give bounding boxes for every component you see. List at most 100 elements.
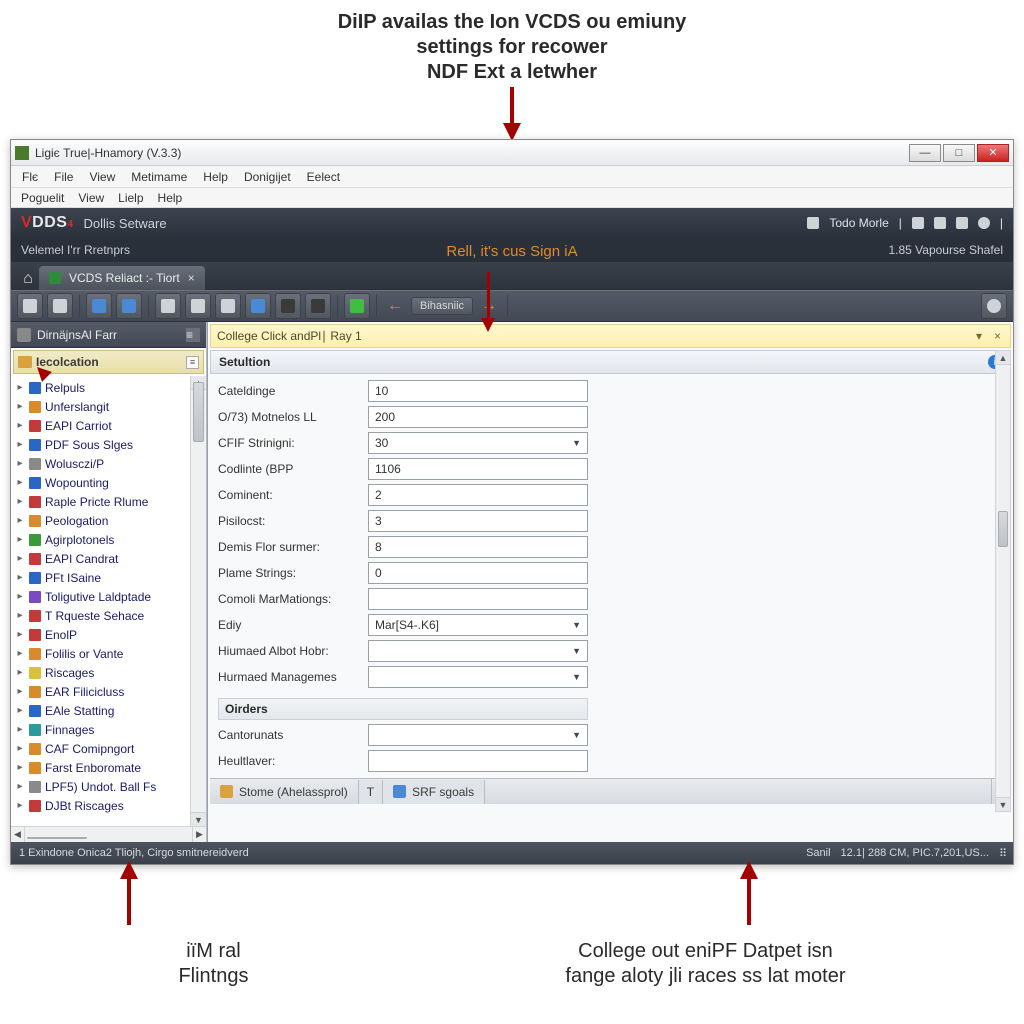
sidebar-subheader-dropdown-icon[interactable]: ≡ — [186, 356, 199, 369]
tree-item[interactable]: ▸Toligutive Laldptade — [15, 587, 206, 606]
menu-item[interactable]: View — [72, 190, 110, 206]
tree-item[interactable]: ▸Peologation — [15, 511, 206, 530]
tree-item[interactable]: ▸LPF5) Undot. Ball Fs — [15, 777, 206, 796]
tree-item[interactable]: ▸EAle Statting — [15, 701, 206, 720]
tree-expand-icon[interactable]: ▸ — [15, 629, 25, 640]
tag-icon[interactable] — [956, 217, 968, 229]
tab-home-button[interactable]: ⌂ — [17, 268, 39, 290]
menu-item[interactable]: Donigijet — [237, 168, 298, 186]
scroll-right-icon[interactable]: ▶ — [192, 827, 206, 842]
tree-expand-icon[interactable]: ▸ — [15, 534, 25, 545]
menu-item[interactable]: Lielp — [112, 190, 149, 206]
tree-expand-icon[interactable]: ▸ — [15, 648, 25, 659]
form-input[interactable]: 2 — [368, 484, 588, 506]
tree-expand-icon[interactable]: ▸ — [15, 439, 25, 450]
tool-add-button[interactable] — [344, 293, 370, 319]
tree-expand-icon[interactable]: ▸ — [15, 401, 25, 412]
form-select[interactable]: ▼ — [368, 640, 588, 662]
tool-button[interactable] — [155, 293, 181, 319]
tree-item[interactable]: ▸Agirplotonels — [15, 530, 206, 549]
form-select[interactable]: 30▼ — [368, 432, 588, 454]
download-icon[interactable] — [912, 217, 924, 229]
brand-right-label[interactable]: Todo Morle — [829, 216, 888, 230]
info-bar-dropdown-icon[interactable]: ▾ — [973, 329, 985, 343]
maximize-button[interactable]: □ — [943, 144, 975, 162]
tree-expand-icon[interactable]: ▸ — [15, 762, 25, 773]
tool-button[interactable] — [215, 293, 241, 319]
tree-expand-icon[interactable]: ▸ — [15, 553, 25, 564]
tree-expand-icon[interactable]: ▸ — [15, 610, 25, 621]
menu-item[interactable]: View — [82, 168, 122, 186]
tool-button[interactable] — [245, 293, 271, 319]
tool-button[interactable] — [17, 293, 43, 319]
tree-item[interactable]: ▸CAF Comipngort — [15, 739, 206, 758]
form-input[interactable]: 10 — [368, 380, 588, 402]
tree-expand-icon[interactable]: ▸ — [15, 477, 25, 488]
tree-item[interactable]: ▸Wopounting — [15, 473, 206, 492]
tree-expand-icon[interactable]: ▸ — [15, 724, 25, 735]
scroll-thumb[interactable] — [998, 511, 1008, 547]
tree-item[interactable]: ▸Relpuls — [15, 378, 206, 397]
scroll-down-icon[interactable]: ▼ — [996, 797, 1010, 811]
tool-button[interactable] — [185, 293, 211, 319]
menu-item[interactable]: Eelect — [300, 168, 347, 186]
form-input[interactable] — [368, 588, 588, 610]
tree-expand-icon[interactable]: ▸ — [15, 667, 25, 678]
tree-item[interactable]: ▸DJBt Riscages — [15, 796, 206, 815]
form-input[interactable]: 1106 — [368, 458, 588, 480]
menu-item[interactable]: Help — [152, 190, 189, 206]
scroll-down-icon[interactable]: ▼ — [191, 812, 206, 826]
menu-item[interactable]: Flє — [15, 168, 45, 186]
toolbar-label[interactable]: Bihasniic — [411, 297, 473, 315]
refresh-icon[interactable] — [934, 217, 946, 229]
scroll-thumb[interactable] — [193, 382, 204, 442]
scroll-left-icon[interactable]: ◀ — [11, 827, 25, 842]
tree-item[interactable]: ▸EAPI Carriot — [15, 416, 206, 435]
forward-arrow-icon[interactable]: → — [477, 297, 501, 315]
main-scrollbar[interactable]: ▲ ▼ — [995, 350, 1011, 812]
tree-item[interactable]: ▸PFt ISaine — [15, 568, 206, 587]
form-input[interactable]: 0 — [368, 562, 588, 584]
tree-expand-icon[interactable]: ▸ — [15, 496, 25, 507]
tree-expand-icon[interactable]: ▸ — [15, 591, 25, 602]
menu-item[interactable]: Help — [196, 168, 235, 186]
menu-item[interactable]: File — [47, 168, 80, 186]
tree-item[interactable]: ▸Unferslangit — [15, 397, 206, 416]
tree-expand-icon[interactable]: ▸ — [15, 686, 25, 697]
tree-expand-icon[interactable]: ▸ — [15, 420, 25, 431]
sidebar-header-menu-icon[interactable]: ≡ — [186, 328, 200, 342]
tree-item[interactable]: ▸EAR Filicicluss — [15, 682, 206, 701]
sidebar-hscrollbar[interactable]: ◀ ▶ — [11, 826, 206, 842]
tree-item[interactable]: ▸Raple Pricte Rlume — [15, 492, 206, 511]
status-resize-grip-icon[interactable]: ⠿ — [999, 847, 1005, 860]
tree-item[interactable]: ▸EAPI Candrat — [15, 549, 206, 568]
bottom-tab-left[interactable]: Stome (Ahelassprol) — [210, 780, 359, 804]
hscroll-thumb[interactable] — [27, 837, 87, 839]
tool-button[interactable] — [275, 293, 301, 319]
tree-expand-icon[interactable]: ▸ — [15, 515, 25, 526]
form-select[interactable]: ▼ — [368, 666, 588, 688]
form-input[interactable]: 3 — [368, 510, 588, 532]
sidebar-subheader[interactable]: Iecolcation ≡ — [13, 350, 204, 374]
tool-button[interactable] — [116, 293, 142, 319]
tree-expand-icon[interactable]: ▸ — [15, 705, 25, 716]
close-button[interactable]: ✕ — [977, 144, 1009, 162]
back-arrow-icon[interactable]: ← — [383, 297, 407, 315]
tree-expand-icon[interactable]: ▸ — [15, 572, 25, 583]
form-input[interactable]: 200 — [368, 406, 588, 428]
tree-item[interactable]: ▸Farst Enboromate — [15, 758, 206, 777]
tree-item[interactable]: ▸T Rqueste Sehace — [15, 606, 206, 625]
tool-button[interactable] — [305, 293, 331, 319]
tab-close-icon[interactable]: × — [188, 271, 195, 285]
tree-item[interactable]: ▸Finnages — [15, 720, 206, 739]
tree-expand-icon[interactable]: ▸ — [15, 800, 25, 811]
form-input[interactable] — [368, 750, 588, 772]
info-icon[interactable] — [978, 217, 990, 229]
menu-item[interactable]: Poguelit — [15, 190, 70, 206]
bottom-tab-sep[interactable]: T — [359, 780, 383, 804]
bottom-tab-right[interactable]: SRF sgoals — [383, 780, 485, 804]
tool-button[interactable] — [47, 293, 73, 319]
form-select[interactable]: ▼ — [368, 724, 588, 746]
tool-clock-button[interactable] — [981, 293, 1007, 319]
info-bar-close-icon[interactable]: × — [991, 329, 1004, 343]
